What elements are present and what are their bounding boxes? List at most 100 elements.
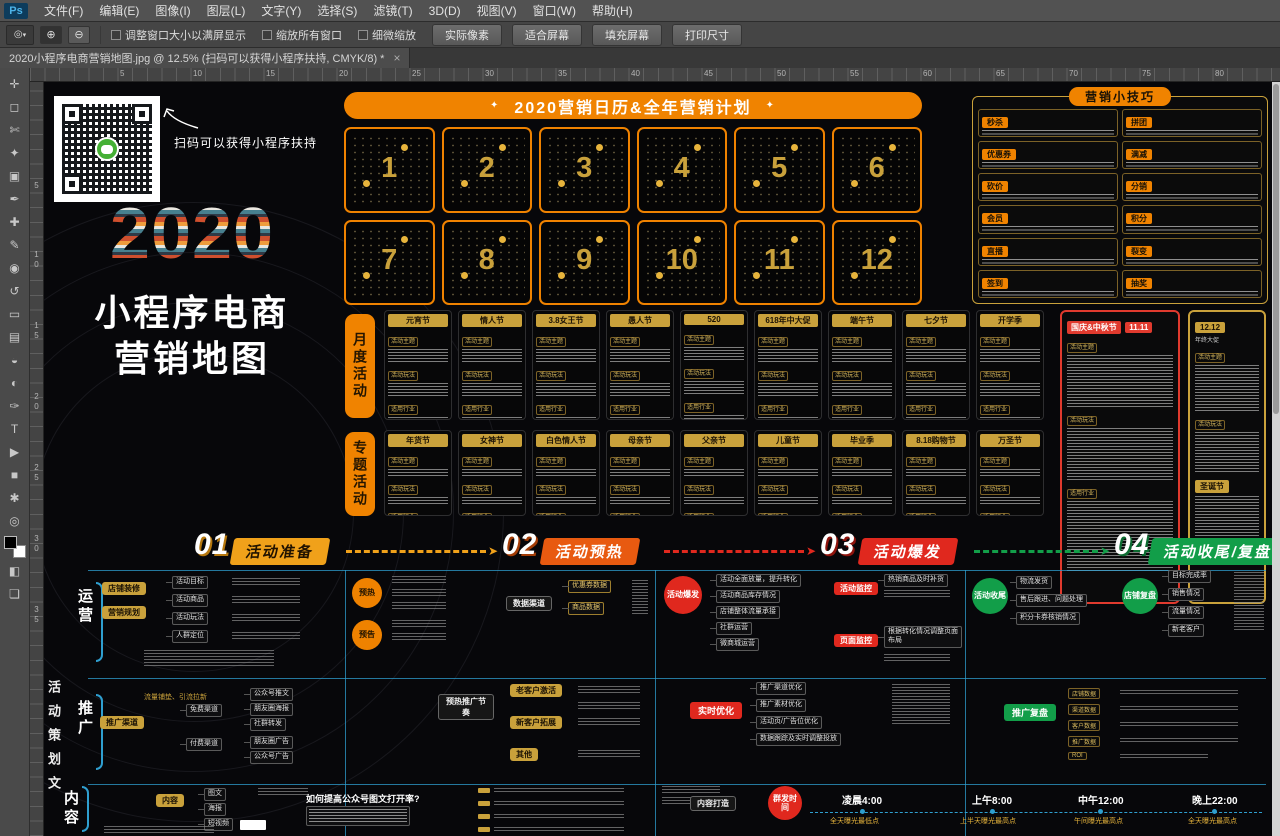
micro-text <box>578 702 640 711</box>
menu-image[interactable]: 图像(I) <box>147 0 198 21</box>
flow-circle: 群发时间 <box>768 786 802 820</box>
tip-card: 裂变 <box>1122 238 1262 266</box>
document-canvas[interactable]: 扫码可以获得小程序扶持 2020 小程序电商 营销地图 ✦ 2020营销日历&全… <box>44 82 1272 836</box>
menu-help[interactable]: 帮助(H) <box>584 0 641 21</box>
tips-title: 营销小技巧 <box>1069 87 1171 106</box>
history-brush-tool[interactable]: ↺ <box>3 279 27 302</box>
tool-options-bar: ◎▾ ⊕ ⊖ 调整窗口大小以满屏显示 缩放所有窗口 细微缩放 实际像素 适合屏幕… <box>0 22 1280 48</box>
activity-tag-card: 母亲节活动主题活动玩法适用行业 <box>606 430 674 516</box>
crop-tool[interactable]: ▣ <box>3 164 27 187</box>
micro-text <box>494 801 624 807</box>
calendar-month: 3 <box>539 127 630 213</box>
flow-node: 流量情况 <box>1168 606 1204 619</box>
activity-tag-card: 元宵节活动主题活动玩法适用行业 <box>384 310 452 420</box>
close-icon[interactable]: × <box>393 51 400 65</box>
eraser-tool[interactable]: ▭ <box>3 302 27 325</box>
timeline-time: 晚上22:00 <box>1192 792 1238 807</box>
brush-tool[interactable]: ✎ <box>3 233 27 256</box>
menu-layer[interactable]: 图层(L) <box>199 0 254 21</box>
menu-select[interactable]: 选择(S) <box>309 0 365 21</box>
phase-banner-burst: 活动爆发 <box>858 538 959 565</box>
grid-line <box>88 678 1266 679</box>
gold-chip <box>478 788 490 793</box>
brace-decoration <box>96 694 103 770</box>
activity-tag-card: 8.18购物节活动主题活动玩法适用行业 <box>902 430 970 516</box>
color-swatches[interactable] <box>3 535 27 559</box>
flow-node: 目标完成率 <box>1168 570 1211 583</box>
timeline-time: 上午8:00 <box>972 792 1012 807</box>
divider <box>100 26 101 44</box>
grid-line <box>655 570 656 836</box>
zoom-tool-preset[interactable]: ◎▾ <box>6 25 34 45</box>
eyedropper-tool[interactable]: ✒ <box>3 187 27 210</box>
screen-mode-button[interactable]: ❏ <box>3 582 27 605</box>
type-tool[interactable]: T <box>3 417 27 440</box>
micro-text <box>662 786 720 794</box>
flow-pill: 活动监控 <box>834 582 878 595</box>
micro-text <box>1120 722 1238 727</box>
flow-pill: 店铺装修 <box>102 582 146 595</box>
gradient-tool[interactable]: ▤ <box>3 325 27 348</box>
flow-node: 活动玩法 <box>172 612 208 625</box>
phase-dash <box>664 550 804 553</box>
flow-node: 数据跟踪及实时调整投放 <box>756 733 841 746</box>
blur-tool[interactable]: ◒ <box>3 348 27 371</box>
menu-type[interactable]: 文字(Y) <box>253 0 309 21</box>
fill-screen-button[interactable]: 填充屏幕 <box>592 24 662 46</box>
micro-text <box>892 684 950 724</box>
activity-tag-card: 520活动主题活动玩法适用行业 <box>680 310 748 420</box>
path-select-tool[interactable]: ▶ <box>3 440 27 463</box>
zoom-out-button[interactable]: ⊖ <box>68 26 90 44</box>
healing-brush-tool[interactable]: ✚ <box>3 210 27 233</box>
hand-tool[interactable]: ✱ <box>3 486 27 509</box>
timeline-label: 全天曝光最低点 <box>830 816 879 826</box>
fit-screen-button[interactable]: 适合屏幕 <box>512 24 582 46</box>
menu-window[interactable]: 窗口(W) <box>525 0 584 21</box>
micro-text <box>104 826 214 833</box>
print-size-button[interactable]: 打印尺寸 <box>672 24 742 46</box>
vertical-scrollbar[interactable] <box>1272 82 1280 836</box>
micro-text <box>232 632 300 641</box>
menu-3d[interactable]: 3D(D) <box>421 2 469 20</box>
menu-view[interactable]: 视图(V) <box>469 0 525 21</box>
flow-node: 微商城运营 <box>716 638 759 651</box>
calendar-grid: 1 2 3 4 5 6 7 8 9 10 11 12 <box>344 127 922 305</box>
menu-filter[interactable]: 滤镜(T) <box>365 0 420 21</box>
dodge-tool[interactable]: ◐ <box>3 371 27 394</box>
magic-wand-tool[interactable]: ✦ <box>3 141 27 164</box>
pen-tool[interactable]: ✑ <box>3 394 27 417</box>
calendar-month: 9 <box>539 220 630 306</box>
decor-star-icon: ✦ <box>766 100 776 111</box>
calendar-month: 7 <box>344 220 435 306</box>
calendar-month: 2 <box>442 127 533 213</box>
arrow-icon: ➤ <box>1100 544 1110 558</box>
horizontal-ruler[interactable]: 510 1520 2530 3540 4550 5560 6570 7580 <box>30 68 1280 82</box>
lasso-tool[interactable]: ✄ <box>3 118 27 141</box>
zoom-in-button[interactable]: ⊕ <box>40 26 62 44</box>
timeline-time: 凌晨4:00 <box>842 792 882 807</box>
tip-card: 分销 <box>1122 173 1262 201</box>
monthly-activities-label: 月度活动 <box>345 314 375 418</box>
scrollbar-thumb[interactable] <box>1273 84 1279 414</box>
foreground-color[interactable] <box>4 536 17 549</box>
micro-text <box>632 580 648 616</box>
shape-tool[interactable]: ■ <box>3 463 27 486</box>
scrubby-zoom-checkbox[interactable]: 细微缩放 <box>358 27 416 43</box>
quick-mask-button[interactable]: ◧ <box>3 559 27 582</box>
resize-window-checkbox[interactable]: 调整窗口大小以满屏显示 <box>111 27 246 43</box>
menu-edit[interactable]: 编辑(E) <box>91 0 147 21</box>
document-title: 2020小程序电商营销地图.jpg @ 12.5% (扫码可以获得小程序扶持, … <box>9 50 384 66</box>
checkbox-icon <box>262 30 272 40</box>
vertical-ruler[interactable]: 510 1520 2530 35 <box>30 82 44 836</box>
actual-pixels-button[interactable]: 实际像素 <box>432 24 502 46</box>
clone-stamp-tool[interactable]: ◉ <box>3 256 27 279</box>
move-tool[interactable]: ✛ <box>3 72 27 95</box>
menu-file[interactable]: 文件(F) <box>36 0 91 21</box>
photoshop-logo: Ps <box>4 3 28 19</box>
document-tab[interactable]: 2020小程序电商营销地图.jpg @ 12.5% (扫码可以获得小程序扶持, … <box>0 48 410 68</box>
marquee-tool[interactable]: ◻ <box>3 95 27 118</box>
flow-node: 海报 <box>204 803 226 816</box>
zoom-all-windows-checkbox[interactable]: 缩放所有窗口 <box>262 27 342 43</box>
zoom-tool[interactable]: ◎ <box>3 509 27 532</box>
flow-pill: 营销规划 <box>102 606 146 619</box>
